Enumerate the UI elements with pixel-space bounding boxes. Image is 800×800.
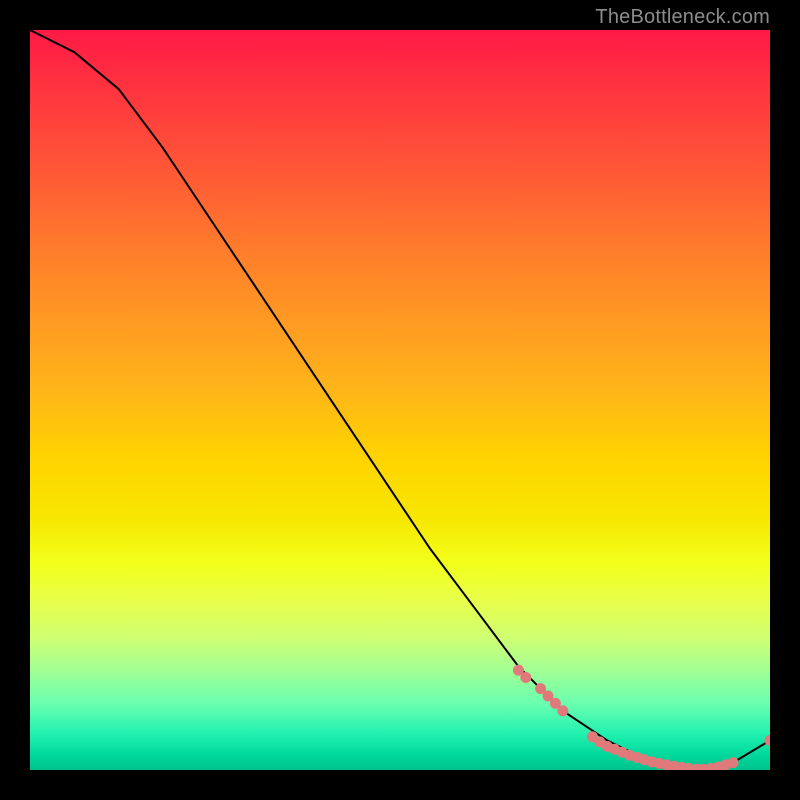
- watermark-text: TheBottleneck.com: [595, 6, 770, 29]
- chart-svg: [30, 30, 770, 770]
- bottleneck-curve: [30, 30, 770, 770]
- curve-group: [30, 30, 770, 770]
- plot-area: [30, 30, 770, 770]
- chart-frame: TheBottleneck.com: [0, 0, 800, 800]
- marker-group: [513, 665, 770, 770]
- marker-point: [520, 672, 531, 683]
- marker-point: [728, 757, 739, 768]
- marker-point: [557, 705, 568, 716]
